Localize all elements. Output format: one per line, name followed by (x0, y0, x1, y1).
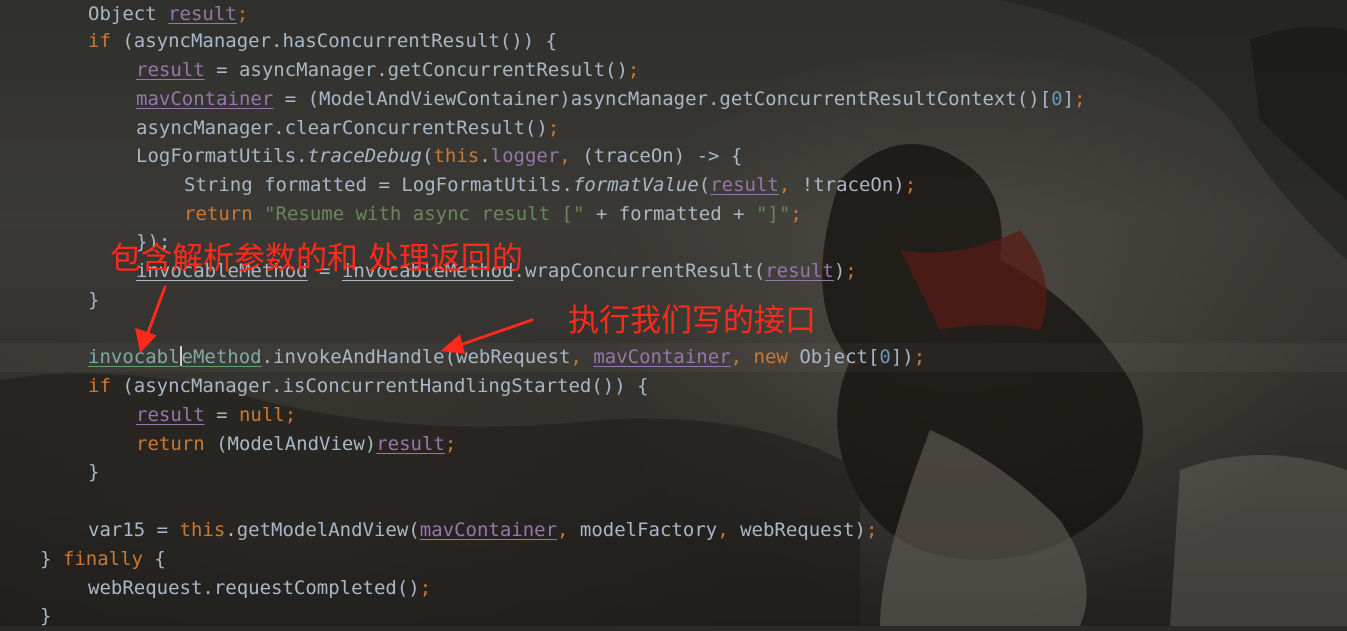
code-line-16: return (ModelAndView)result; (136, 433, 457, 455)
code-line-20: } finally { (40, 548, 166, 570)
code-line-19: var15 = this.getModelAndView(mavContaine… (88, 519, 878, 541)
code-line-4: mavContainer = (ModelAndViewContainer)as… (136, 88, 1086, 110)
code-line-6: LogFormatUtils.traceDebug(this.logger, (… (136, 145, 743, 167)
code-line-7: String formatted = LogFormatUtils.format… (184, 174, 917, 196)
code-line-22: } (40, 605, 52, 627)
code-line-5: asyncManager.clearConcurrentResult(); (136, 117, 560, 139)
code-line-21: webRequest.requestCompleted(); (88, 577, 432, 599)
code-line-11: } (88, 289, 100, 311)
code-line-13-current: invocabl eMethod.invokeAndHandle(webReque… (0, 343, 1347, 372)
code-line-3: result = asyncManager.getConcurrentResul… (136, 59, 640, 81)
code-line-8: return "Resume with async result [" + fo… (184, 203, 802, 225)
code-line-15: result = null; (136, 404, 297, 426)
code-line-17: } (88, 461, 100, 483)
code-line-14: if (asyncManager.isConcurrentHandlingSta… (88, 375, 649, 397)
annotation-params-and-return: 包含解析参数的和 处理返回的 (110, 241, 523, 277)
code-line-1: Object result; (88, 3, 249, 25)
code-line-2: if (asyncManager.hasConcurrentResult()) … (88, 30, 558, 52)
annotation-invoke-interface: 执行我们写的接口 (568, 303, 816, 339)
